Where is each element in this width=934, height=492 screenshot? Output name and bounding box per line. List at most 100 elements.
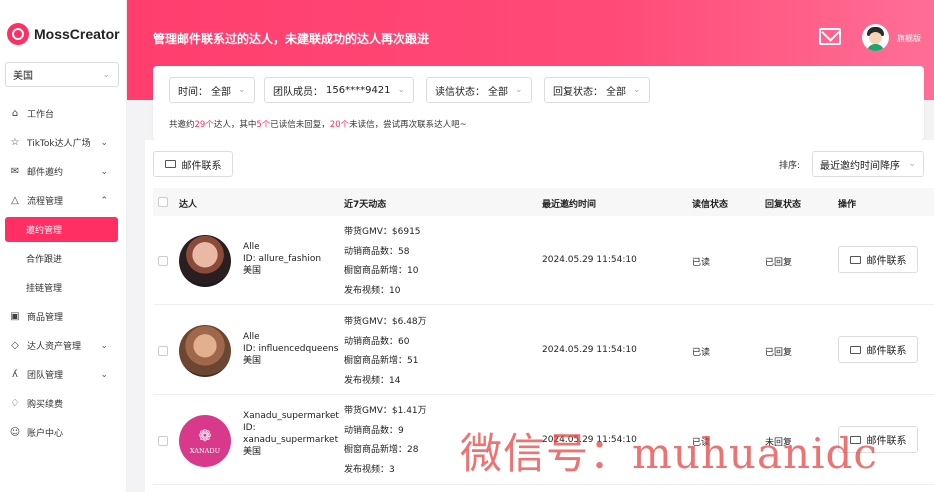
filter-label: 读信状态：	[435, 86, 485, 98]
sidebar-subitem-invite-management[interactable]: 邀约管理	[5, 217, 118, 242]
filter-read-status[interactable]: 读信状态： 全部 ⌄	[426, 77, 532, 103]
filter-time[interactable]: 时间： 全部 ⌄	[169, 77, 255, 103]
stat-window: 橱窗商品新增：28	[344, 445, 419, 455]
creator-id: ID: influencedqueens	[243, 344, 339, 354]
chevron-down-icon: ⌄	[100, 340, 108, 351]
logo-text: XANADU	[189, 446, 221, 455]
sidebar-item-workbench[interactable]: ⌂ 工作台	[0, 99, 126, 128]
stat-videos: 发布视频：14	[344, 375, 401, 386]
col-read-status: 读信状态	[692, 200, 729, 210]
plan-badge: 旗舰版	[897, 34, 921, 43]
flow-icon: △	[11, 195, 19, 206]
col-activity: 近7天动态	[344, 200, 387, 210]
chevron-up-icon: ⌃	[100, 195, 108, 206]
app-name: MossCreator	[34, 26, 120, 42]
creator-country: 美国	[243, 447, 262, 457]
email-contact-label: 邮件联系	[866, 346, 907, 357]
avatar[interactable]	[862, 24, 889, 51]
sidebar-item-tiktok-square[interactable]: ☆ TikTok达人广场 ⌄	[0, 128, 126, 157]
region-select[interactable]: 美国 ⌄	[5, 62, 119, 87]
watermark: 微信号：muhuanidc	[460, 429, 878, 478]
sidebar: MossCreator 美国 ⌄ ⌂ 工作台 ☆ TikTok达人广场 ⌄ ✉ …	[0, 0, 127, 492]
mail-icon[interactable]	[819, 28, 841, 45]
chevron-down-icon: ⌄	[102, 69, 110, 80]
stat-sales: 动销商品数：60	[344, 336, 410, 347]
home-icon: ⌂	[11, 108, 19, 119]
mail-icon	[164, 160, 176, 168]
creator-info: Alle ID: allure_fashion 美国	[243, 241, 321, 277]
summary-text: 已读信未回复，	[270, 120, 330, 130]
page-title: 管理邮件联系过的达人，未建联成功的达人再次跟进	[153, 32, 430, 46]
filter-label: 时间：	[178, 86, 208, 98]
stat-gmv: 带货GMV：$6.48万	[344, 317, 427, 327]
creator-name: Xanadu_supermarket	[243, 411, 339, 421]
activity-stats: 带货GMV：$6915 动销商品数：58 橱窗商品新增：10 发布视频：10	[344, 223, 421, 301]
filter-reply-status[interactable]: 回复状态： 全部 ⌄	[544, 77, 650, 103]
email-contact-label: 邮件联系	[181, 160, 222, 172]
creator-country: 美国	[243, 356, 262, 366]
table-row: Alle ID: allure_fashion 美国 带货GMV：$6915 动…	[153, 216, 934, 305]
filter-value: 全部	[488, 86, 508, 98]
sidebar-item-label: TikTok达人广场	[27, 139, 91, 149]
chevron-down-icon: ⌄	[100, 369, 108, 380]
star-icon: ☆	[10, 137, 20, 148]
read-status: 已读	[692, 258, 711, 268]
col-action: 操作	[838, 200, 857, 210]
sidebar-subitem-links[interactable]: 挂链管理	[0, 273, 126, 302]
avatar	[179, 325, 231, 377]
chevron-down-icon: ⌄	[100, 166, 108, 177]
sidebar-item-email-invite[interactable]: ✉ 邮件邀约 ⌄	[0, 157, 126, 186]
row-checkbox[interactable]	[158, 346, 168, 356]
col-reply-status: 回复状态	[765, 200, 802, 210]
sidebar-item-purchase[interactable]: ♢ 购买续费	[0, 389, 126, 418]
email-contact-button[interactable]: 邮件联系	[838, 246, 918, 273]
sidebar-item-account[interactable]: ☺ 账户中心	[0, 418, 126, 447]
filter-label: 团队成员：	[273, 86, 323, 98]
chevron-down-icon: ⌄	[633, 85, 641, 95]
sidebar-item-team[interactable]: ʎ 团队管理 ⌄	[0, 360, 126, 389]
col-invite-time: 最近邀约时间	[542, 200, 597, 210]
stat-window: 橱窗商品新增：51	[344, 356, 419, 366]
activity-stats: 带货GMV：$1.41万 动销商品数：9 橱窗商品新增：28 发布视频：3	[344, 402, 427, 480]
filter-value: 全部	[211, 86, 231, 98]
creator-info: Alle ID: influencedqueens 美国	[243, 331, 338, 367]
filter-team-member[interactable]: 团队成员： 156****9421 ⌄	[264, 77, 415, 103]
flower-icon: ❁	[198, 425, 212, 445]
chevron-down-icon: ⌄	[908, 159, 916, 169]
email-contact-button[interactable]: 邮件联系	[153, 151, 233, 177]
filter-value: 全部	[606, 86, 626, 98]
summary-text: 共邀约	[169, 120, 195, 130]
sidebar-item-label: 达人资产管理	[27, 342, 82, 352]
stat-gmv: 带货GMV：$1.41万	[344, 406, 427, 416]
chevron-down-icon: ⌄	[397, 85, 406, 95]
chevron-down-icon: ⌄	[238, 85, 246, 95]
sidebar-item-goods[interactable]: ▣ 商品管理	[0, 302, 126, 331]
region-value: 美国	[13, 71, 33, 82]
row-checkbox[interactable]	[158, 256, 168, 266]
summary-count: 5个	[256, 120, 271, 130]
sidebar-item-label: 商品管理	[27, 313, 64, 323]
reply-status: 已回复	[765, 258, 793, 268]
select-all-checkbox[interactable]	[158, 197, 168, 207]
invite-summary: 共邀约29个达人，其中5个已读信未回复，20个未读信，尝试再次联系达人吧~	[169, 118, 467, 130]
stat-sales: 动销商品数：9	[344, 425, 404, 436]
activity-stats: 带货GMV：$6.48万 动销商品数：60 橱窗商品新增：51 发布视频：14	[344, 313, 427, 391]
stat-videos: 发布视频：3	[344, 464, 395, 475]
chevron-down-icon: ⌄	[100, 137, 108, 148]
stat-sales: 动销商品数：58	[344, 246, 410, 257]
logo[interactable]: MossCreator	[0, 12, 126, 56]
avatar: ❁ XANADU	[179, 415, 231, 467]
mail-icon	[849, 255, 861, 264]
email-contact-button[interactable]: 邮件联系	[838, 336, 918, 363]
sidebar-item-process[interactable]: △ 流程管理 ⌃	[0, 186, 126, 215]
sidebar-subitem-cooperation[interactable]: 合作跟进	[0, 244, 126, 273]
filter-value: 156****9421	[326, 84, 391, 96]
summary-text: 达人，其中	[213, 120, 257, 130]
row-checkbox[interactable]	[158, 436, 168, 446]
sort-select[interactable]: 最近邀约时间降序 ⌄	[812, 151, 924, 177]
col-creator: 达人	[179, 200, 198, 210]
creator-info: Xanadu_supermarket ID: xanadu_supermarke…	[243, 410, 339, 458]
sidebar-item-label: 账户中心	[27, 429, 64, 439]
table-header: 达人 近7天动态 最近邀约时间 读信状态 回复状态 操作	[153, 188, 934, 216]
sidebar-item-assets[interactable]: ◇ 达人资产管理 ⌄	[0, 331, 126, 360]
